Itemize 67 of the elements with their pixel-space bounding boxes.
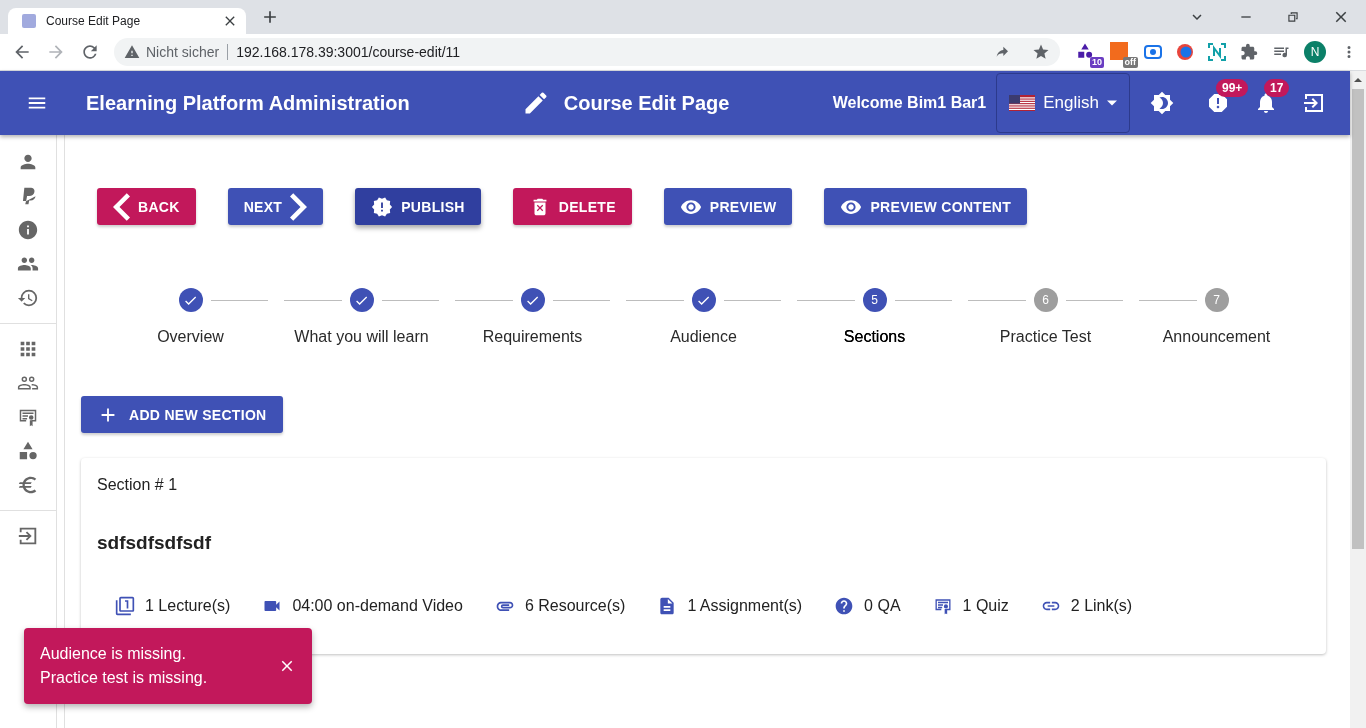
count-badge: 17 <box>1264 79 1290 97</box>
section-title: sdfsdfsdfsdf <box>97 532 212 554</box>
language-select[interactable]: English <box>996 73 1130 133</box>
alert-icon[interactable] <box>1206 91 1230 115</box>
step-label[interactable]: Audience <box>670 328 737 346</box>
step-label[interactable]: Requirements <box>482 328 583 346</box>
page-title: Course Edit Page <box>563 91 730 115</box>
chevron-left-icon <box>113 192 130 221</box>
step-label[interactable]: Announcement <box>1162 328 1271 346</box>
app-title: Elearning Platform Administration <box>86 91 410 115</box>
stack-one-icon <box>115 596 135 616</box>
stat-text: 0 QA <box>864 597 901 615</box>
step-label[interactable]: Practice Test <box>999 328 1092 346</box>
screen-record-icon[interactable] <box>1144 43 1162 61</box>
globe-icon[interactable] <box>1176 43 1194 61</box>
chevron-right-icon <box>290 192 308 221</box>
login-icon[interactable] <box>17 525 39 547</box>
bracket-n-icon[interactable] <box>1208 43 1226 61</box>
toast-message: Practice test is missing. <box>40 668 209 688</box>
welcome-text: Welcome Bim1 Bar1 <box>832 94 987 112</box>
step-number: 5 <box>862 288 887 312</box>
security-label: Nicht sicher <box>146 44 229 60</box>
seal-alert-icon <box>371 195 394 218</box>
profile-avatar[interactable]: N <box>1304 41 1326 63</box>
action-button[interactable]: PREVIEW <box>663 188 793 225</box>
count-badge: 99+ <box>1216 79 1249 97</box>
info-icon[interactable] <box>17 219 39 241</box>
action-button[interactable]: NEXT <box>227 188 324 225</box>
step-number: 6 <box>1033 288 1058 312</box>
stat-text: 1 Lecture(s) <box>145 597 231 615</box>
restore-icon[interactable] <box>1286 10 1300 24</box>
flag-icon <box>1009 95 1036 111</box>
scrollbar-thumb[interactable] <box>1352 89 1364 549</box>
stat-text: 2 Link(s) <box>1070 597 1133 615</box>
stat-text: 6 Resource(s) <box>524 597 626 615</box>
logout-icon[interactable] <box>1302 91 1326 115</box>
action-button[interactable]: BACK <box>97 188 196 225</box>
action-button[interactable]: PUBLISH <box>355 188 481 225</box>
browser-tab[interactable]: Course Edit Page <box>8 8 246 34</box>
reload-icon[interactable] <box>80 42 100 62</box>
scroll-up-icon[interactable] <box>1353 75 1363 85</box>
step-number: 7 <box>1204 288 1229 312</box>
help-icon <box>834 596 855 616</box>
step-label[interactable]: What you will learn <box>294 328 429 346</box>
address-bar[interactable]: Nicht sicher 192.168.178.39:3001/course-edit/11 <box>114 38 1060 66</box>
warning-icon <box>124 44 140 60</box>
shapes-icon[interactable] <box>17 440 39 462</box>
favicon-icon <box>22 14 36 28</box>
action-button[interactable]: PREVIEW CONTENT <box>824 188 1028 225</box>
euro-icon[interactable] <box>17 474 39 496</box>
history-icon[interactable] <box>17 287 39 309</box>
star-icon[interactable] <box>1032 43 1050 61</box>
theme-icon[interactable] <box>1150 91 1174 115</box>
extension-badge: 10 <box>1090 57 1104 68</box>
add-section-button[interactable]: ADD NEW SECTION <box>81 396 283 433</box>
step-label[interactable]: Sections <box>843 328 906 346</box>
stat-text: 1 Assignment(s) <box>687 597 803 615</box>
stat-text: 1 Quiz <box>962 597 1009 615</box>
puzzle-icon[interactable] <box>1240 43 1258 61</box>
stat-text: 04:00 on-demand Video <box>292 597 463 615</box>
url-text: 192.168.178.39:3001/course-edit/11 <box>235 44 462 60</box>
action-button[interactable]: DELETE <box>512 188 632 225</box>
tab-title: Course Edit Page <box>46 14 142 28</box>
section-heading: Section # 1 <box>97 476 179 494</box>
extension-badge: off <box>1122 57 1138 68</box>
toast-message: Audience is missing. <box>40 644 187 664</box>
step-label[interactable]: Overview <box>157 328 224 346</box>
